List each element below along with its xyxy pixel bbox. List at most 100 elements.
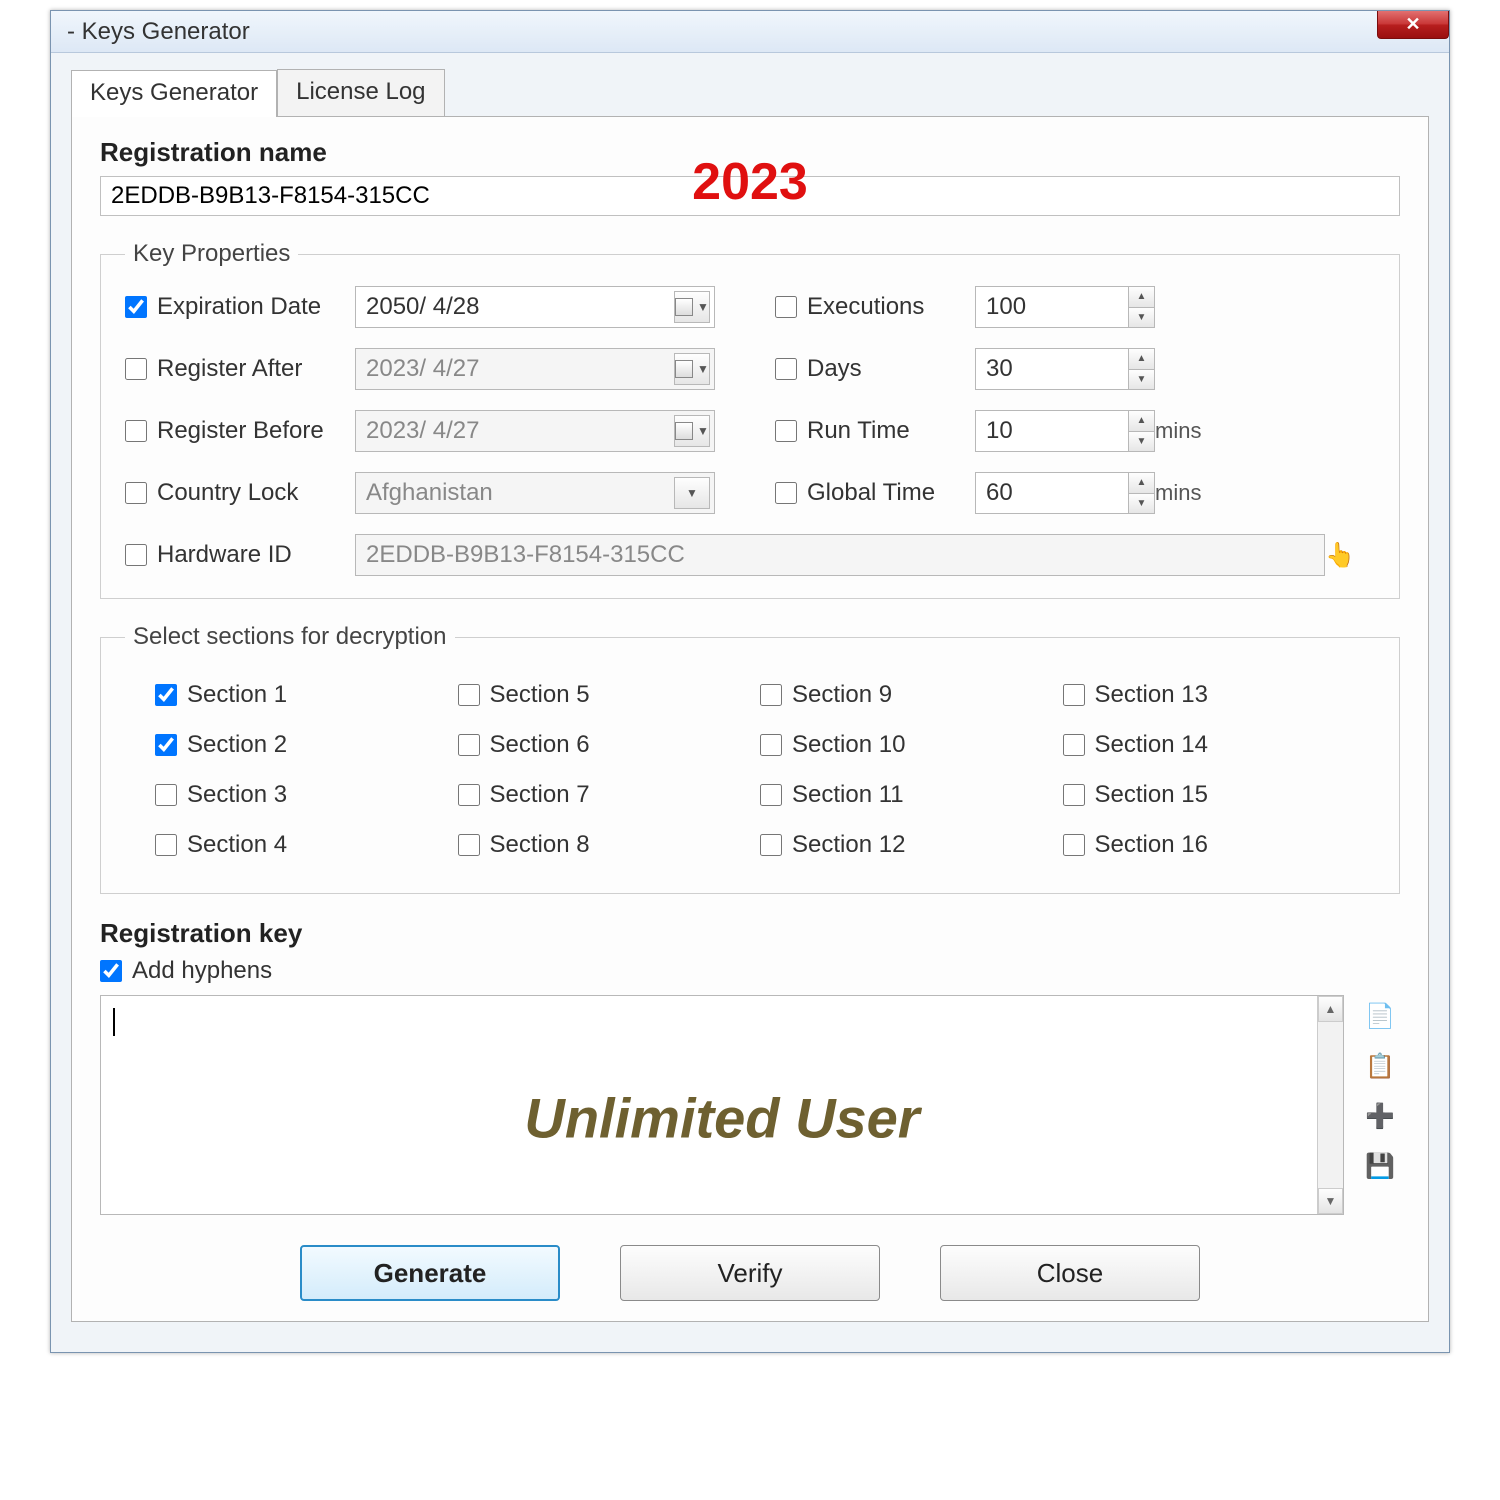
spin-up-icon[interactable]: ▲ bbox=[1128, 287, 1154, 308]
tab-license-log[interactable]: License Log bbox=[277, 69, 444, 116]
days-field[interactable]: 30 ▲▼ bbox=[975, 348, 1155, 390]
section-3-checkbox[interactable] bbox=[155, 784, 177, 806]
section-8-checkbox[interactable] bbox=[458, 834, 480, 856]
run-time-field[interactable]: 10 ▲▼ bbox=[975, 410, 1155, 452]
executions-checkbox[interactable] bbox=[775, 296, 797, 318]
section-9-checkbox[interactable] bbox=[760, 684, 782, 706]
registration-name-input[interactable] bbox=[100, 176, 1400, 216]
section-checkbox-1[interactable]: Section 1 bbox=[155, 681, 438, 709]
hardware-id-check[interactable]: Hardware ID bbox=[125, 541, 355, 569]
section-checkbox-4[interactable]: Section 4 bbox=[155, 831, 438, 859]
sections-legend: Select sections for decryption bbox=[125, 623, 455, 651]
hardware-id-field[interactable]: 2EDDB-B9B13-F8154-315CC bbox=[355, 534, 1325, 576]
chevron-down-icon[interactable]: ▼ bbox=[674, 477, 710, 509]
calendar-dropdown-icon[interactable]: ▼ bbox=[674, 415, 710, 447]
button-row: Generate Verify Close bbox=[100, 1245, 1400, 1301]
tab-keys-generator[interactable]: Keys Generator bbox=[71, 70, 277, 117]
days-check[interactable]: Days bbox=[775, 355, 975, 383]
add-icon[interactable]: ➕ bbox=[1365, 1101, 1395, 1131]
expiration-date-check[interactable]: Expiration Date bbox=[125, 293, 355, 321]
register-before-checkbox[interactable] bbox=[125, 420, 147, 442]
spin-down-icon[interactable]: ▼ bbox=[1128, 308, 1154, 328]
scrollbar[interactable]: ▲ ▼ bbox=[1317, 996, 1343, 1214]
window-title: - Keys Generator bbox=[67, 18, 250, 46]
generate-button[interactable]: Generate bbox=[300, 1245, 560, 1301]
section-checkbox-12[interactable]: Section 12 bbox=[760, 831, 1043, 859]
registration-name-label: Registration name bbox=[100, 137, 1400, 168]
section-checkbox-3[interactable]: Section 3 bbox=[155, 781, 438, 809]
register-before-field[interactable]: 2023/ 4/27 ▼ bbox=[355, 410, 715, 452]
section-checkbox-13[interactable]: Section 13 bbox=[1063, 681, 1346, 709]
section-checkbox-7[interactable]: Section 7 bbox=[458, 781, 741, 809]
spin-down-icon[interactable]: ▼ bbox=[1128, 432, 1154, 452]
section-10-checkbox[interactable] bbox=[760, 734, 782, 756]
section-14-checkbox[interactable] bbox=[1063, 734, 1085, 756]
section-15-checkbox[interactable] bbox=[1063, 784, 1085, 806]
section-1-checkbox[interactable] bbox=[155, 684, 177, 706]
section-checkbox-5[interactable]: Section 5 bbox=[458, 681, 741, 709]
register-after-field[interactable]: 2023/ 4/27 ▼ bbox=[355, 348, 715, 390]
section-checkbox-14[interactable]: Section 14 bbox=[1063, 731, 1346, 759]
global-time-checkbox[interactable] bbox=[775, 482, 797, 504]
section-checkbox-6[interactable]: Section 6 bbox=[458, 731, 741, 759]
key-properties-legend: Key Properties bbox=[125, 240, 298, 268]
global-time-check[interactable]: Global Time bbox=[775, 479, 975, 507]
section-2-checkbox[interactable] bbox=[155, 734, 177, 756]
tab-row: Keys Generator License Log bbox=[71, 73, 1429, 117]
hardware-id-checkbox[interactable] bbox=[125, 544, 147, 566]
section-5-checkbox[interactable] bbox=[458, 684, 480, 706]
save-icon[interactable]: 💾 bbox=[1365, 1151, 1395, 1181]
calendar-dropdown-icon[interactable]: ▼ bbox=[674, 353, 710, 385]
paste-icon[interactable]: 📋 bbox=[1365, 1051, 1395, 1081]
section-11-checkbox[interactable] bbox=[760, 784, 782, 806]
section-7-checkbox[interactable] bbox=[458, 784, 480, 806]
copy-icon[interactable]: 📄 bbox=[1365, 1001, 1395, 1031]
country-lock-field[interactable]: Afghanistan ▼ bbox=[355, 472, 715, 514]
spin-down-icon[interactable]: ▼ bbox=[1128, 494, 1154, 514]
days-checkbox[interactable] bbox=[775, 358, 797, 380]
add-hyphens-checkbox[interactable] bbox=[100, 960, 122, 982]
expiration-date-field[interactable]: 2050/ 4/28 ▼ bbox=[355, 286, 715, 328]
section-checkbox-11[interactable]: Section 11 bbox=[760, 781, 1043, 809]
run-time-checkbox[interactable] bbox=[775, 420, 797, 442]
global-time-unit: mins bbox=[1155, 480, 1225, 506]
global-time-field[interactable]: 60 ▲▼ bbox=[975, 472, 1155, 514]
register-after-check[interactable]: Register After bbox=[125, 355, 355, 383]
section-checkbox-16[interactable]: Section 16 bbox=[1063, 831, 1346, 859]
section-checkbox-10[interactable]: Section 10 bbox=[760, 731, 1043, 759]
close-button[interactable]: Close bbox=[940, 1245, 1200, 1301]
section-13-checkbox[interactable] bbox=[1063, 684, 1085, 706]
tab-content: Registration name 2023 Key Properties Ex… bbox=[71, 117, 1429, 1322]
section-checkbox-2[interactable]: Section 2 bbox=[155, 731, 438, 759]
executions-check[interactable]: Executions bbox=[775, 293, 975, 321]
section-checkbox-8[interactable]: Section 8 bbox=[458, 831, 741, 859]
paste-hardware-id-icon[interactable]: 👆 bbox=[1325, 540, 1355, 570]
register-after-checkbox[interactable] bbox=[125, 358, 147, 380]
add-hyphens-check[interactable]: Add hyphens bbox=[100, 957, 1400, 985]
country-lock-checkbox[interactable] bbox=[125, 482, 147, 504]
section-12-checkbox[interactable] bbox=[760, 834, 782, 856]
run-time-check[interactable]: Run Time bbox=[775, 417, 975, 445]
spin-up-icon[interactable]: ▲ bbox=[1128, 473, 1154, 494]
executions-field[interactable]: 100 ▲▼ bbox=[975, 286, 1155, 328]
section-4-checkbox[interactable] bbox=[155, 834, 177, 856]
calendar-dropdown-icon[interactable]: ▼ bbox=[674, 291, 710, 323]
section-checkbox-15[interactable]: Section 15 bbox=[1063, 781, 1346, 809]
expiration-date-checkbox[interactable] bbox=[125, 296, 147, 318]
registration-key-textarea[interactable]: Unlimited User ▲ ▼ bbox=[100, 995, 1344, 1215]
country-lock-check[interactable]: Country Lock bbox=[125, 479, 355, 507]
window: - Keys Generator ✕ Keys Generator Licens… bbox=[50, 10, 1450, 1353]
spin-up-icon[interactable]: ▲ bbox=[1128, 349, 1154, 370]
close-window-button[interactable]: ✕ bbox=[1377, 11, 1449, 39]
scroll-up-icon[interactable]: ▲ bbox=[1318, 996, 1343, 1022]
section-16-checkbox[interactable] bbox=[1063, 834, 1085, 856]
spin-down-icon[interactable]: ▼ bbox=[1128, 370, 1154, 390]
section-checkbox-9[interactable]: Section 9 bbox=[760, 681, 1043, 709]
scroll-down-icon[interactable]: ▼ bbox=[1318, 1188, 1343, 1214]
register-before-check[interactable]: Register Before bbox=[125, 417, 355, 445]
verify-button[interactable]: Verify bbox=[620, 1245, 880, 1301]
spin-up-icon[interactable]: ▲ bbox=[1128, 411, 1154, 432]
section-6-checkbox[interactable] bbox=[458, 734, 480, 756]
text-cursor bbox=[113, 1008, 115, 1036]
key-properties-group: Key Properties Expiration Date 2050/ 4/2… bbox=[100, 240, 1400, 599]
